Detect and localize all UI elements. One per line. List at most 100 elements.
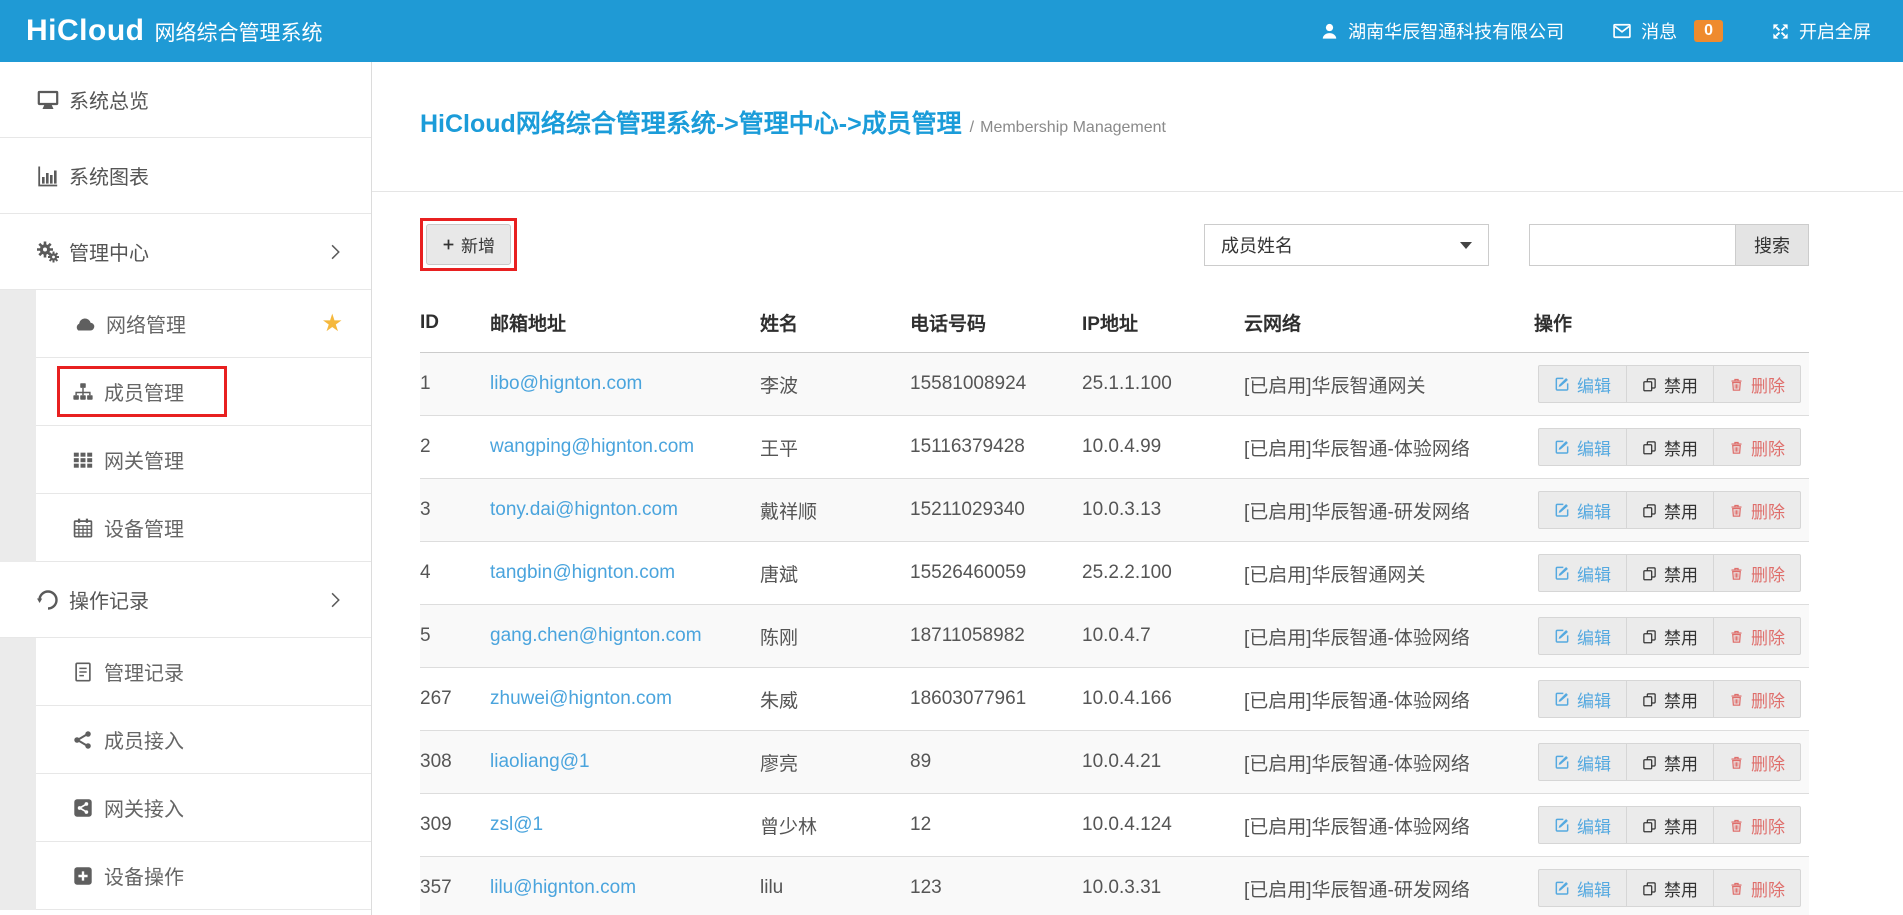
cell-actions: 编辑 禁用 <box>1534 542 1809 605</box>
delete-button[interactable]: 删除 <box>1713 429 1800 465</box>
email-link[interactable]: liaoliang@1 <box>490 751 590 772</box>
edit-button[interactable]: 编辑 <box>1539 366 1626 402</box>
cell-phone: 12 <box>910 794 1082 857</box>
company-menu[interactable]: 湖南华辰智通科技有限公司 <box>1320 18 1564 44</box>
email-link[interactable]: libo@hignton.com <box>490 373 642 394</box>
mail-icon <box>1612 21 1632 41</box>
cell-name: 李波 <box>760 353 910 416</box>
sidebar-item-management-records[interactable]: 管理记录 <box>36 638 371 706</box>
email-link[interactable]: wangping@hignton.com <box>490 436 694 457</box>
sidebar-item-label: 管理中心 <box>69 237 149 266</box>
trash-icon <box>1729 881 1744 896</box>
search-input[interactable] <box>1529 224 1735 266</box>
history-icon <box>36 588 60 612</box>
plus-square-icon <box>72 865 94 887</box>
email-link[interactable]: zhuwei@hignton.com <box>490 688 672 709</box>
edit-icon <box>1554 754 1570 770</box>
delete-button[interactable]: 删除 <box>1713 555 1800 591</box>
cell-network: [已启用]华辰智通-体验网络 <box>1244 731 1534 794</box>
company-name: 湖南华辰智通科技有限公司 <box>1348 18 1564 44</box>
edit-button[interactable]: 编辑 <box>1539 807 1626 843</box>
chart-icon <box>36 164 60 188</box>
sidebar-item-operation-records[interactable]: 操作记录 <box>0 562 371 638</box>
fullscreen-toggle[interactable]: 开启全屏 <box>1771 18 1871 44</box>
cell-phone: 15211029340 <box>910 479 1082 542</box>
table-row: 267 zhuwei@hignton.com 朱威 18603077961 10… <box>420 668 1809 731</box>
messages-menu[interactable]: 消息 0 <box>1612 18 1723 44</box>
email-link[interactable]: tony.dai@hignton.com <box>490 499 678 520</box>
trash-icon <box>1729 377 1744 392</box>
row-action-group: 编辑 禁用 <box>1538 554 1801 592</box>
edit-icon <box>1554 880 1570 896</box>
edit-button[interactable]: 编辑 <box>1539 618 1626 654</box>
clone-icon <box>1642 755 1657 770</box>
edit-button[interactable]: 编辑 <box>1539 492 1626 528</box>
share-icon <box>72 729 94 751</box>
trash-icon <box>1729 440 1744 455</box>
row-action-group: 编辑 禁用 <box>1538 743 1801 781</box>
member-name-filter-select[interactable]: 成员姓名 <box>1204 224 1489 266</box>
sidebar-item-label: 设备操作 <box>104 861 184 890</box>
edit-button[interactable]: 编辑 <box>1539 555 1626 591</box>
add-button[interactable]: 新增 <box>426 224 511 265</box>
sidebar-item-system-overview[interactable]: 系统总览 <box>0 62 371 138</box>
sidebar-item-system-charts[interactable]: 系统图表 <box>0 138 371 214</box>
sidebar-item-gateway-access[interactable]: 网关接入 <box>36 774 371 842</box>
disable-button[interactable]: 禁用 <box>1626 870 1713 906</box>
delete-button[interactable]: 删除 <box>1713 744 1800 780</box>
delete-button[interactable]: 删除 <box>1713 870 1800 906</box>
sidebar-item-member-access[interactable]: 成员接入 <box>36 706 371 774</box>
clone-icon <box>1642 503 1657 518</box>
delete-button[interactable]: 删除 <box>1713 492 1800 528</box>
cell-email: wangping@hignton.com <box>490 416 760 479</box>
sidebar-item-management-center[interactable]: 管理中心 <box>0 214 371 290</box>
sidebar-item-device-operations[interactable]: 设备操作 <box>36 842 371 910</box>
cell-actions: 编辑 禁用 <box>1534 416 1809 479</box>
sidebar-item-label: 操作记录 <box>69 585 149 614</box>
trash-icon <box>1729 566 1744 581</box>
disable-button[interactable]: 禁用 <box>1626 744 1713 780</box>
cell-email: tangbin@hignton.com <box>490 542 760 605</box>
search-button[interactable]: 搜索 <box>1735 224 1809 266</box>
clone-icon <box>1642 566 1657 581</box>
email-link[interactable]: gang.chen@hignton.com <box>490 625 702 646</box>
main-content: HiCloud网络综合管理系统->管理中心->成员管理/Membership M… <box>372 62 1903 915</box>
disable-button[interactable]: 禁用 <box>1626 618 1713 654</box>
disable-button[interactable]: 禁用 <box>1626 807 1713 843</box>
cell-actions: 编辑 禁用 <box>1534 605 1809 668</box>
edit-button[interactable]: 编辑 <box>1539 744 1626 780</box>
clone-icon <box>1642 629 1657 644</box>
cell-network: [已启用]华辰智通-研发网络 <box>1244 479 1534 542</box>
brand-logo: HiCloud 网络综合管理系统 <box>26 14 322 48</box>
delete-button[interactable]: 删除 <box>1713 681 1800 717</box>
email-link[interactable]: tangbin@hignton.com <box>490 562 675 583</box>
delete-button[interactable]: 删除 <box>1713 366 1800 402</box>
edit-button[interactable]: 编辑 <box>1539 429 1626 465</box>
disable-button[interactable]: 禁用 <box>1626 681 1713 717</box>
sidebar-item-network-management[interactable]: 网络管理 ★ <box>36 290 371 358</box>
edit-icon <box>1554 565 1570 581</box>
sidebar-item-device-management[interactable]: 设备管理 <box>36 494 371 562</box>
disable-button[interactable]: 禁用 <box>1626 492 1713 528</box>
toolbar: 新增 成员姓名 搜索 <box>420 218 1809 271</box>
email-link[interactable]: zsl@1 <box>490 814 543 835</box>
edit-button[interactable]: 编辑 <box>1539 870 1626 906</box>
trash-icon <box>1729 818 1744 833</box>
chevron-right-icon <box>325 590 345 610</box>
sidebar-item-label: 系统总览 <box>69 85 149 114</box>
delete-button[interactable]: 删除 <box>1713 618 1800 654</box>
cell-network: [已启用]华辰智通网关 <box>1244 353 1534 416</box>
sidebar-item-gateway-management[interactable]: 网关管理 <box>36 426 371 494</box>
cell-ip: 10.0.4.124 <box>1082 794 1244 857</box>
delete-button[interactable]: 删除 <box>1713 807 1800 843</box>
topbar-menu: 湖南华辰智通科技有限公司 消息 0 开启全屏 <box>1320 18 1871 44</box>
clone-icon <box>1642 818 1657 833</box>
table-row: 4 tangbin@hignton.com 唐斌 15526460059 25.… <box>420 542 1809 605</box>
email-link[interactable]: lilu@hignton.com <box>490 877 636 898</box>
cell-ip: 25.2.2.100 <box>1082 542 1244 605</box>
disable-button[interactable]: 禁用 <box>1626 429 1713 465</box>
sidebar-item-member-management[interactable]: 成员管理 <box>36 358 371 426</box>
edit-button[interactable]: 编辑 <box>1539 681 1626 717</box>
disable-button[interactable]: 禁用 <box>1626 555 1713 591</box>
disable-button[interactable]: 禁用 <box>1626 366 1713 402</box>
